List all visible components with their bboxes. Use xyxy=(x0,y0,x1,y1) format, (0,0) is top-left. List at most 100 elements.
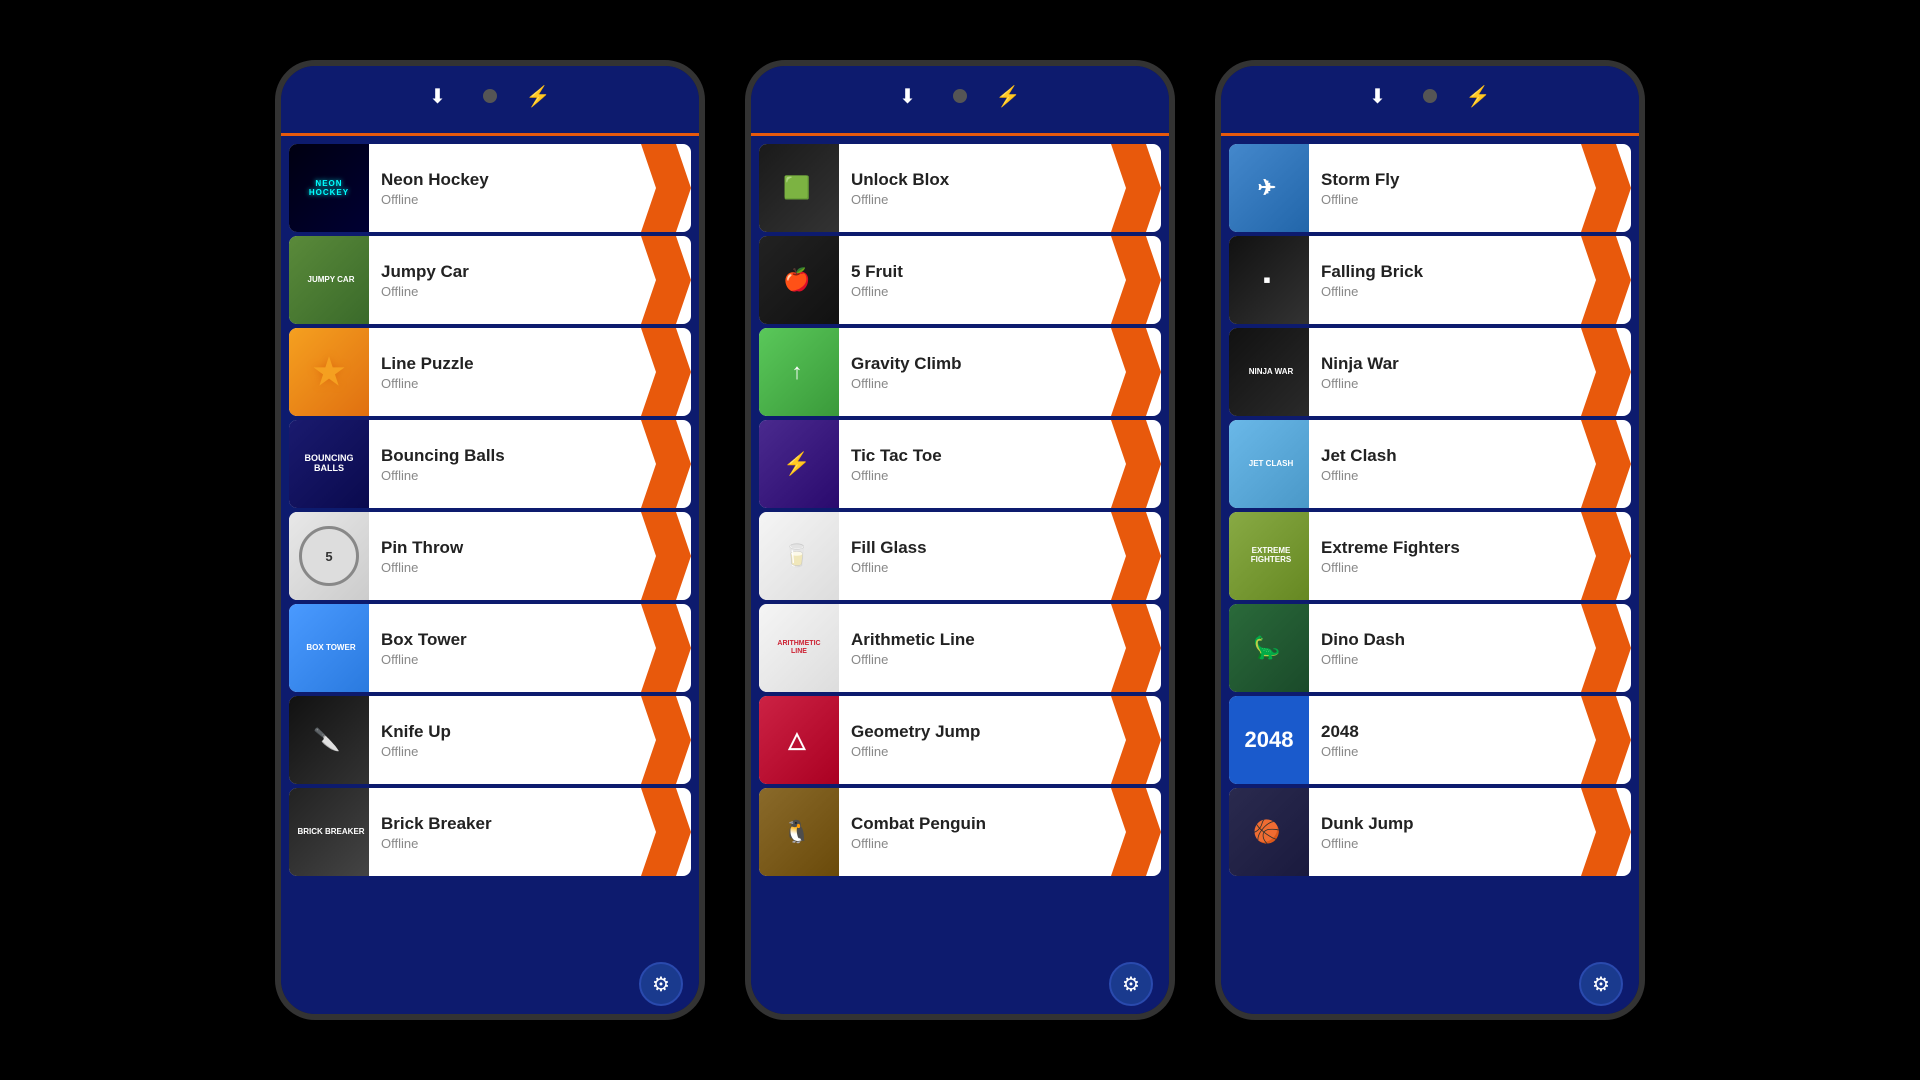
game-icon-box-tower: BOX TOWER xyxy=(289,604,369,692)
game-status-combat-penguin: Offline xyxy=(851,836,1099,851)
game-arrow-jet-clash xyxy=(1581,420,1631,508)
game-info-5-fruit: 5 Fruit Offline xyxy=(839,262,1111,299)
game-item-ninja-war[interactable]: NINJA WAR Ninja War Offline xyxy=(1229,328,1631,416)
game-icon-line-puzzle: ★ xyxy=(289,328,369,416)
phone-notch: ⬇ ⚡ xyxy=(281,66,699,126)
game-item-geometry-jump[interactable]: △ Geometry Jump Offline xyxy=(759,696,1161,784)
settings-button[interactable]: ⚙ xyxy=(1109,962,1153,1006)
game-arrow-fill-glass xyxy=(1111,512,1161,600)
game-info-storm-fly: Storm Fly Offline xyxy=(1309,170,1581,207)
settings-button[interactable]: ⚙ xyxy=(1579,962,1623,1006)
game-status-arithmetic-line: Offline xyxy=(851,652,1099,667)
game-icon-bg-brick-breaker: BRICK BREAKER xyxy=(289,788,369,876)
game-status-geometry-jump: Offline xyxy=(851,744,1099,759)
phone-header-bar xyxy=(1221,126,1639,136)
game-item-unlock-blox[interactable]: 🟩 Unlock Blox Offline xyxy=(759,144,1161,232)
game-item-2048[interactable]: 2048 2048 Offline xyxy=(1229,696,1631,784)
game-status-box-tower: Offline xyxy=(381,652,629,667)
game-info-neon-hockey: Neon Hockey Offline xyxy=(369,170,641,207)
game-item-dunk-jump[interactable]: 🏀 Dunk Jump Offline xyxy=(1229,788,1631,876)
game-info-fill-glass: Fill Glass Offline xyxy=(839,538,1111,575)
game-icon-bg-2048: 2048 xyxy=(1229,696,1309,784)
game-status-bouncing-balls: Offline xyxy=(381,468,629,483)
game-status-unlock-blox: Offline xyxy=(851,192,1099,207)
game-icon-combat-penguin: 🐧 xyxy=(759,788,839,876)
phone-1: ⬇ ⚡ NEONHOCKEY Neon Hockey Offline JUMPY… xyxy=(275,60,705,1020)
game-item-falling-brick[interactable]: ▪ Falling Brick Offline xyxy=(1229,236,1631,324)
game-icon-bg-gravity-climb: ↑ xyxy=(759,328,839,416)
game-info-gravity-climb: Gravity Climb Offline xyxy=(839,354,1111,391)
game-icon-bg-fill-glass: 🥛 xyxy=(759,512,839,600)
game-icon-unlock-blox: 🟩 xyxy=(759,144,839,232)
game-icon-fill-glass: 🥛 xyxy=(759,512,839,600)
game-arrow-ninja-war xyxy=(1581,328,1631,416)
game-item-jumpy-car[interactable]: JUMPY CAR Jumpy Car Offline xyxy=(289,236,691,324)
game-icon-bg-arithmetic-line: ARITHMETICLINE xyxy=(759,604,839,692)
game-info-knife-up: Knife Up Offline xyxy=(369,722,641,759)
game-status-dunk-jump: Offline xyxy=(1321,836,1569,851)
camera-dot xyxy=(483,89,497,103)
game-arrow-geometry-jump xyxy=(1111,696,1161,784)
game-arrow-dino-dash xyxy=(1581,604,1631,692)
game-icon-gravity-climb: ↑ xyxy=(759,328,839,416)
game-item-neon-hockey[interactable]: NEONHOCKEY Neon Hockey Offline xyxy=(289,144,691,232)
game-info-2048: 2048 Offline xyxy=(1309,722,1581,759)
game-status-line-puzzle: Offline xyxy=(381,376,629,391)
game-icon-ninja-war: NINJA WAR xyxy=(1229,328,1309,416)
game-arrow-brick-breaker xyxy=(641,788,691,876)
game-info-dunk-jump: Dunk Jump Offline xyxy=(1309,814,1581,851)
game-arrow-combat-penguin xyxy=(1111,788,1161,876)
game-item-jet-clash[interactable]: JET CLASH Jet Clash Offline xyxy=(1229,420,1631,508)
game-info-geometry-jump: Geometry Jump Offline xyxy=(839,722,1111,759)
game-name-fill-glass: Fill Glass xyxy=(851,538,1099,558)
game-arrow-bouncing-balls xyxy=(641,420,691,508)
game-name-unlock-blox: Unlock Blox xyxy=(851,170,1099,190)
game-item-brick-breaker[interactable]: BRICK BREAKER Brick Breaker Offline xyxy=(289,788,691,876)
game-item-pin-throw[interactable]: 5 Pin Throw Offline xyxy=(289,512,691,600)
game-icon-dunk-jump: 🏀 xyxy=(1229,788,1309,876)
game-item-fill-glass[interactable]: 🥛 Fill Glass Offline xyxy=(759,512,1161,600)
game-icon-bg-bouncing-balls: BOUNCING BALLS xyxy=(289,420,369,508)
game-item-line-puzzle[interactable]: ★ Line Puzzle Offline xyxy=(289,328,691,416)
game-name-line-puzzle: Line Puzzle xyxy=(381,354,629,374)
game-item-box-tower[interactable]: BOX TOWER Box Tower Offline xyxy=(289,604,691,692)
game-status-knife-up: Offline xyxy=(381,744,629,759)
game-status-tic-tac-toe: Offline xyxy=(851,468,1099,483)
game-item-arithmetic-line[interactable]: ARITHMETICLINE Arithmetic Line Offline xyxy=(759,604,1161,692)
game-name-box-tower: Box Tower xyxy=(381,630,629,650)
game-info-unlock-blox: Unlock Blox Offline xyxy=(839,170,1111,207)
game-arrow-2048 xyxy=(1581,696,1631,784)
game-icon-extreme-fighters: EXTREME FIGHTERS xyxy=(1229,512,1309,600)
settings-button[interactable]: ⚙ xyxy=(639,962,683,1006)
game-icon-bg-jet-clash: JET CLASH xyxy=(1229,420,1309,508)
game-item-gravity-climb[interactable]: ↑ Gravity Climb Offline xyxy=(759,328,1161,416)
game-item-storm-fly[interactable]: ✈ Storm Fly Offline xyxy=(1229,144,1631,232)
game-arrow-pin-throw xyxy=(641,512,691,600)
game-arrow-neon-hockey xyxy=(641,144,691,232)
game-status-2048: Offline xyxy=(1321,744,1569,759)
game-item-bouncing-balls[interactable]: BOUNCING BALLS Bouncing Balls Offline xyxy=(289,420,691,508)
game-icon-bg-neon-hockey: NEONHOCKEY xyxy=(289,144,369,232)
game-item-knife-up[interactable]: 🔪 Knife Up Offline xyxy=(289,696,691,784)
game-item-dino-dash[interactable]: 🦕 Dino Dash Offline xyxy=(1229,604,1631,692)
games-list: NEONHOCKEY Neon Hockey Offline JUMPY CAR… xyxy=(281,136,699,954)
phone-footer: ⚙ xyxy=(1221,954,1639,1014)
download-icon: ⬇ xyxy=(429,84,446,109)
game-icon-bg-falling-brick: ▪ xyxy=(1229,236,1309,324)
game-item-extreme-fighters[interactable]: EXTREME FIGHTERS Extreme Fighters Offlin… xyxy=(1229,512,1631,600)
game-icon-bg-knife-up: 🔪 xyxy=(289,696,369,784)
game-name-dino-dash: Dino Dash xyxy=(1321,630,1569,650)
game-arrow-knife-up xyxy=(641,696,691,784)
game-item-5-fruit[interactable]: 🍎 5 Fruit Offline xyxy=(759,236,1161,324)
game-item-combat-penguin[interactable]: 🐧 Combat Penguin Offline xyxy=(759,788,1161,876)
game-name-jumpy-car: Jumpy Car xyxy=(381,262,629,282)
game-icon-bg-unlock-blox: 🟩 xyxy=(759,144,839,232)
game-name-knife-up: Knife Up xyxy=(381,722,629,742)
game-arrow-line-puzzle xyxy=(641,328,691,416)
game-arrow-storm-fly xyxy=(1581,144,1631,232)
game-status-falling-brick: Offline xyxy=(1321,284,1569,299)
phone-header-bar xyxy=(751,126,1169,136)
game-icon-2048: 2048 xyxy=(1229,696,1309,784)
game-status-jet-clash: Offline xyxy=(1321,468,1569,483)
game-item-tic-tac-toe[interactable]: ⚡ Tic Tac Toe Offline xyxy=(759,420,1161,508)
